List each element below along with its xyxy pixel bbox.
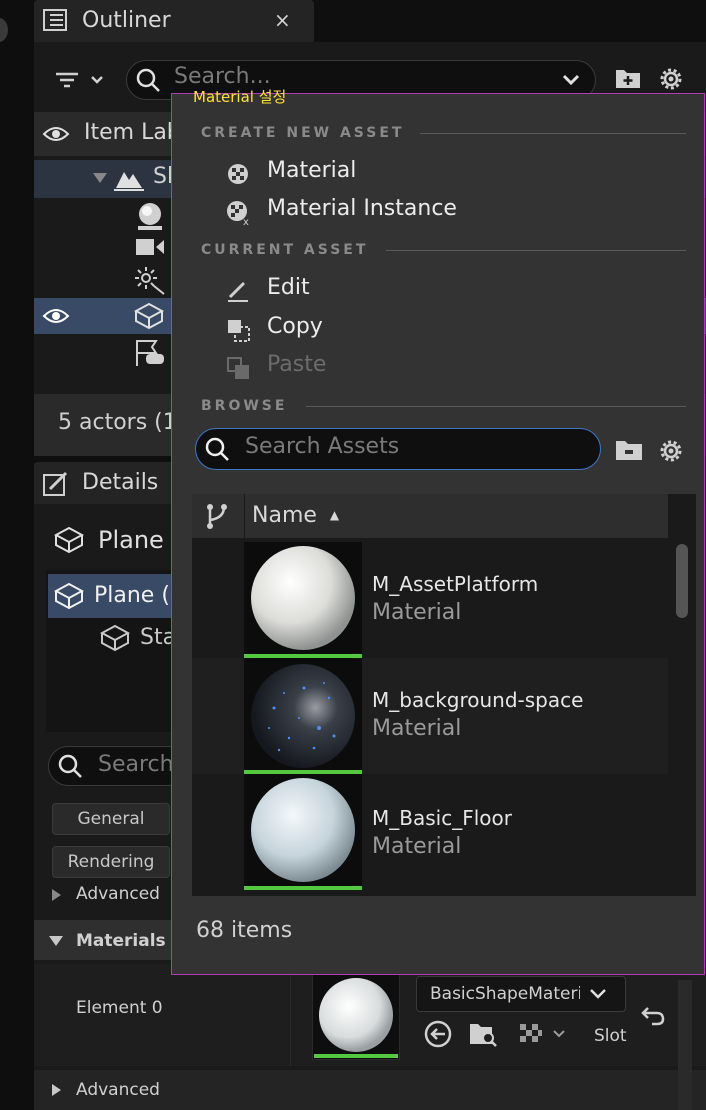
asset-type: Material	[372, 716, 462, 741]
filter-rendering-button[interactable]: Rendering	[52, 846, 170, 878]
actor-count-text: 5 actors (1	[58, 410, 177, 435]
asset-name: M_AssetPlatform	[372, 572, 539, 596]
chevron-down-icon	[589, 987, 607, 1001]
visibility-eye-icon[interactable]	[42, 306, 70, 326]
details-scrollbar[interactable]	[678, 980, 692, 1110]
search-icon	[57, 753, 83, 779]
menu-label-edit: Edit	[267, 275, 310, 300]
collapsed-arrow-icon	[50, 1083, 62, 1097]
header-divider	[244, 494, 245, 538]
asset-name: M_background-space	[372, 688, 584, 712]
section-divider	[386, 250, 686, 251]
section-header-browse: BROWSE	[201, 398, 288, 414]
edit-pencil-icon	[226, 279, 250, 303]
use-selected-arrow-icon[interactable]	[424, 1020, 452, 1048]
material-thumbnail[interactable]	[312, 974, 400, 1060]
static-mesh-icon	[54, 582, 84, 610]
search-icon	[135, 67, 161, 93]
asset-type: Material	[372, 600, 462, 625]
selected-object-title: Plane	[98, 526, 164, 554]
browse-to-asset-icon[interactable]	[468, 1020, 498, 1048]
static-mesh-icon	[134, 302, 164, 330]
section-advanced-bottom[interactable]: Advanced	[34, 1070, 706, 1110]
copy-icon	[226, 318, 250, 342]
slot-label: Slot	[594, 1026, 627, 1046]
menu-item-copy[interactable]: Copy	[222, 312, 682, 348]
details-search-placeholder: Search	[98, 752, 174, 777]
svg-text:x: x	[243, 217, 249, 226]
section-divider	[420, 133, 686, 134]
material-checker-icon[interactable]	[518, 1022, 568, 1046]
popup-title: Material 설정	[193, 88, 287, 106]
light-icon	[134, 266, 166, 296]
material-icon	[226, 162, 250, 186]
asset-thumbnail	[244, 542, 362, 658]
item-count-text: 68 items	[196, 918, 293, 943]
asset-type-bar	[244, 886, 362, 890]
collapsed-arrow-icon	[50, 888, 62, 902]
thumbnail-asset-bar	[314, 1054, 398, 1058]
menu-item-material[interactable]: Material	[222, 156, 682, 192]
paste-icon	[226, 356, 250, 380]
asset-search-placeholder: Search Assets	[245, 434, 400, 459]
section-materials-label: Materials	[76, 931, 166, 951]
item-label-column-header[interactable]: Item Lab	[84, 120, 181, 145]
settings-gear-icon[interactable]	[656, 436, 686, 466]
filter-general-button[interactable]: General	[52, 803, 170, 835]
add-folder-icon[interactable]	[614, 66, 642, 90]
static-mesh-icon	[54, 526, 84, 554]
outliner-icon	[43, 9, 67, 31]
menu-item-edit[interactable]: Edit	[222, 273, 682, 309]
level-icon	[114, 166, 144, 192]
name-column-label: Name	[252, 503, 317, 528]
component-root-label: Plane (I	[94, 583, 177, 608]
menu-label-material: Material	[267, 158, 357, 183]
section-advanced-top-label: Advanced	[76, 884, 160, 904]
menu-label-paste: Paste	[267, 352, 327, 377]
name-column-header[interactable]: Name ▲	[252, 503, 339, 528]
static-mesh-component-icon	[100, 624, 130, 652]
sort-ascending-icon: ▲	[329, 508, 340, 522]
details-tab-title: Details	[82, 470, 159, 495]
row-divider	[290, 964, 291, 1066]
section-header-create: CREATE NEW ASSET	[201, 125, 405, 141]
expand-arrow-icon[interactable]	[92, 172, 108, 184]
material-dropdown-value: BasicShapeMaterial	[430, 984, 580, 1004]
source-control-branch-icon[interactable]	[204, 502, 230, 530]
asset-list-scrollbar[interactable]	[676, 544, 688, 618]
left-strip	[0, 0, 34, 1110]
visibility-eye-icon[interactable]	[42, 124, 70, 144]
chevron-down-icon[interactable]	[561, 71, 581, 89]
outliner-tab-title: Outliner	[82, 8, 171, 33]
camera-icon	[134, 236, 166, 258]
material-instance-icon: x	[226, 200, 250, 226]
asset-type: Material	[372, 834, 462, 859]
menu-label-material-instance: Material Instance	[267, 196, 457, 221]
element-0-label: Element 0	[76, 998, 163, 1018]
asset-name: M_Basic_Floor	[372, 806, 512, 830]
player-start-icon	[134, 338, 166, 368]
expanded-arrow-icon	[48, 935, 64, 947]
settings-gear-icon[interactable]	[656, 64, 686, 94]
details-pencil-icon	[42, 471, 70, 497]
menu-item-material-instance[interactable]: x Material Instance	[222, 194, 682, 230]
close-icon[interactable]: ×	[274, 8, 291, 32]
asset-thumbnail	[244, 774, 362, 890]
section-divider	[306, 406, 686, 407]
filter-dropdown-button[interactable]	[50, 64, 114, 96]
search-icon	[204, 436, 230, 462]
section-advanced-bottom-label: Advanced	[76, 1080, 160, 1100]
section-header-current: CURRENT ASSET	[201, 242, 369, 258]
outliner-tab[interactable]	[34, 0, 314, 42]
reset-arrow-icon[interactable]	[640, 1004, 666, 1026]
menu-item-paste-disabled: Paste	[222, 350, 682, 386]
folder-icon[interactable]	[614, 438, 644, 462]
asset-thumbnail	[244, 658, 362, 774]
menu-label-copy: Copy	[267, 314, 323, 339]
